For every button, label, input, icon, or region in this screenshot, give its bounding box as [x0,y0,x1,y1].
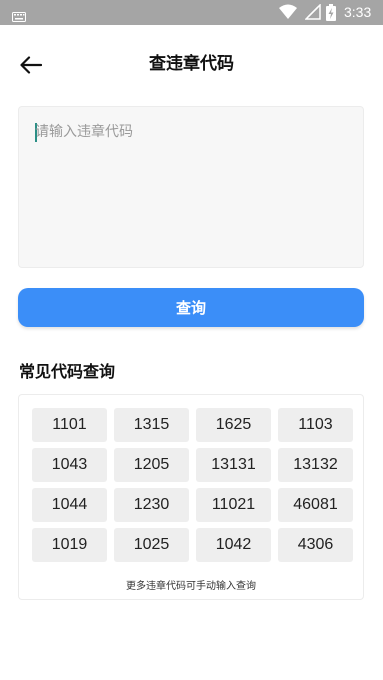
codes-grid: 1101 1315 1625 1103 1043 1205 13131 1313… [32,408,353,562]
code-chip[interactable]: 11021 [196,488,271,522]
code-chip[interactable]: 1315 [114,408,189,442]
signal-icon [304,3,321,24]
page-title: 查违章代码 [149,54,234,74]
keyboard-icon [12,7,26,26]
codes-footnote: 更多违章代码可手动输入查询 [126,581,256,592]
wifi-icon [279,4,297,24]
code-chip[interactable]: 13132 [278,448,353,482]
code-chip[interactable]: 1103 [278,408,353,442]
common-codes-card: 1101 1315 1625 1103 1043 1205 13131 1313… [18,394,364,600]
common-codes-title: 常见代码查询 [19,362,116,381]
code-chip[interactable]: 1043 [32,448,107,482]
status-time: 3:33 [344,4,372,20]
code-chip[interactable]: 4306 [278,528,353,562]
code-chip[interactable]: 1019 [32,528,107,562]
code-input-box[interactable] [18,106,364,268]
status-bar: 3:33 [0,0,383,25]
code-chip[interactable]: 1101 [32,408,107,442]
code-chip[interactable]: 1025 [114,528,189,562]
app-header: 查违章代码 [0,25,383,103]
code-chip[interactable]: 1205 [114,448,189,482]
code-input[interactable] [35,121,345,251]
code-chip[interactable]: 1625 [196,408,271,442]
query-button[interactable]: 查询 [18,288,364,327]
code-chip[interactable]: 1042 [196,528,271,562]
code-chip[interactable]: 46081 [278,488,353,522]
code-chip[interactable]: 13131 [196,448,271,482]
code-chip[interactable]: 1230 [114,488,189,522]
battery-charging-icon [326,4,336,25]
code-chip[interactable]: 1044 [32,488,107,522]
